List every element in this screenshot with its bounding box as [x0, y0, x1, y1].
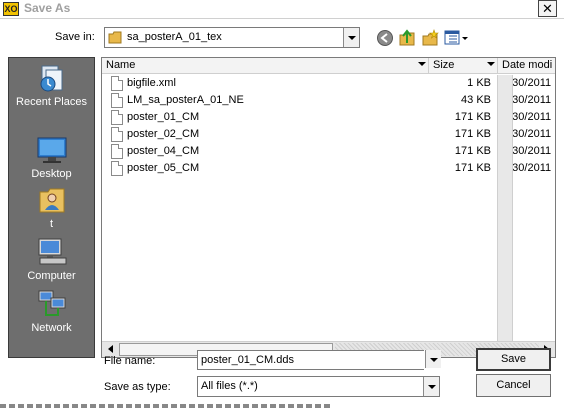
file-size: 171 KB	[454, 128, 491, 140]
place-label: Network	[31, 322, 72, 334]
folder-icon	[108, 31, 122, 44]
cancel-button[interactable]: Cancel	[476, 374, 551, 397]
file-row[interactable]: poster_05_CM 171 KB 4/30/2011	[102, 160, 555, 177]
column-label: Name	[106, 59, 136, 71]
file-size: 171 KB	[454, 111, 491, 123]
user-folder-icon	[39, 188, 64, 213]
file-row[interactable]: bigfile.xml 1 KB 4/30/2011	[102, 75, 555, 92]
save-in-value: sa_posterA_01_tex	[127, 31, 222, 43]
app-icon: XO	[3, 2, 19, 16]
save-type-combo[interactable]: All files (*.*)	[197, 376, 440, 397]
place-user-folder[interactable]: t	[9, 184, 94, 230]
place-desktop[interactable]: Desktop	[9, 134, 94, 180]
file-name: poster_05_CM	[127, 162, 200, 174]
file-icon	[111, 76, 123, 91]
column-label: Size	[433, 59, 455, 71]
file-icon	[111, 144, 123, 159]
recent-places-icon	[40, 65, 62, 92]
file-name: poster_02_CM	[127, 128, 200, 140]
place-label: Desktop	[31, 168, 72, 180]
place-network[interactable]: Network	[9, 288, 94, 334]
column-label: Date modi	[502, 59, 553, 71]
place-label: t	[49, 218, 54, 230]
file-name: poster_04_CM	[127, 145, 200, 157]
file-icon	[111, 110, 123, 125]
file-name-field[interactable]: poster_01_CM.dds	[197, 350, 441, 370]
save-type-value: All files (*.*)	[201, 380, 258, 392]
place-computer[interactable]: Computer	[9, 236, 94, 282]
place-recent-places[interactable]: Recent Places	[9, 62, 94, 108]
view-menu-icon[interactable]	[444, 29, 470, 47]
place-label: Recent Places	[16, 96, 87, 108]
file-size: 1 KB	[467, 77, 491, 89]
chevron-down-icon[interactable]	[423, 377, 439, 396]
column-header-name[interactable]: Name	[102, 58, 429, 74]
title-bar: XO Save As ✕	[0, 0, 564, 18]
file-list[interactable]: Name Size Date modi bigfile.xml 1 KB 4/3…	[101, 57, 556, 358]
file-name: poster_01_CM	[127, 111, 200, 123]
file-size: 171 KB	[454, 145, 491, 157]
network-icon	[38, 290, 65, 316]
places-bar: Recent Places Desktop t Computer Network	[8, 57, 95, 358]
column-header-date[interactable]: Date modi	[498, 58, 555, 74]
desktop-icon	[37, 137, 66, 163]
column-header-size[interactable]: Size	[429, 58, 498, 74]
vertical-scrollbar[interactable]	[497, 75, 513, 341]
chevron-down-icon[interactable]	[418, 62, 426, 66]
place-label: Computer	[27, 270, 76, 282]
file-row[interactable]: poster_04_CM 171 KB 4/30/2011	[102, 143, 555, 160]
file-name-dropdown[interactable]	[424, 350, 441, 370]
file-name-label: File name:	[104, 355, 156, 367]
file-row[interactable]: LM_sa_posterA_01_NE 43 KB 4/30/2011	[102, 92, 555, 109]
save-type-label: Save as type:	[104, 381, 171, 393]
file-name: LM_sa_posterA_01_NE	[127, 94, 244, 106]
file-name-value: poster_01_CM.dds	[201, 354, 294, 366]
computer-icon	[38, 238, 66, 265]
chevron-down-icon[interactable]	[487, 62, 495, 66]
save-in-combo[interactable]: sa_posterA_01_tex	[104, 27, 360, 48]
file-name: bigfile.xml	[127, 77, 176, 89]
close-button[interactable]: ✕	[538, 0, 557, 17]
file-icon	[111, 161, 123, 176]
file-size: 171 KB	[454, 162, 491, 174]
save-button[interactable]: Save	[476, 348, 551, 371]
up-folder-icon[interactable]	[398, 29, 416, 47]
new-folder-icon[interactable]	[421, 29, 439, 47]
back-icon[interactable]	[376, 29, 394, 47]
file-icon	[111, 93, 123, 108]
file-icon	[111, 127, 123, 142]
chevron-down-icon[interactable]	[343, 28, 359, 47]
save-in-label: Save in:	[55, 31, 95, 43]
save-as-dialog: Save in: sa_posterA_01_tex Recent Places…	[0, 18, 564, 409]
chevron-down-icon[interactable]	[425, 350, 441, 368]
file-size: 43 KB	[461, 94, 491, 106]
file-row[interactable]: poster_02_CM 171 KB 4/30/2011	[102, 126, 555, 143]
file-row[interactable]: poster_01_CM 171 KB 4/30/2011	[102, 109, 555, 126]
window-title: Save As	[24, 1, 71, 15]
window-bottom-edge	[0, 404, 330, 408]
